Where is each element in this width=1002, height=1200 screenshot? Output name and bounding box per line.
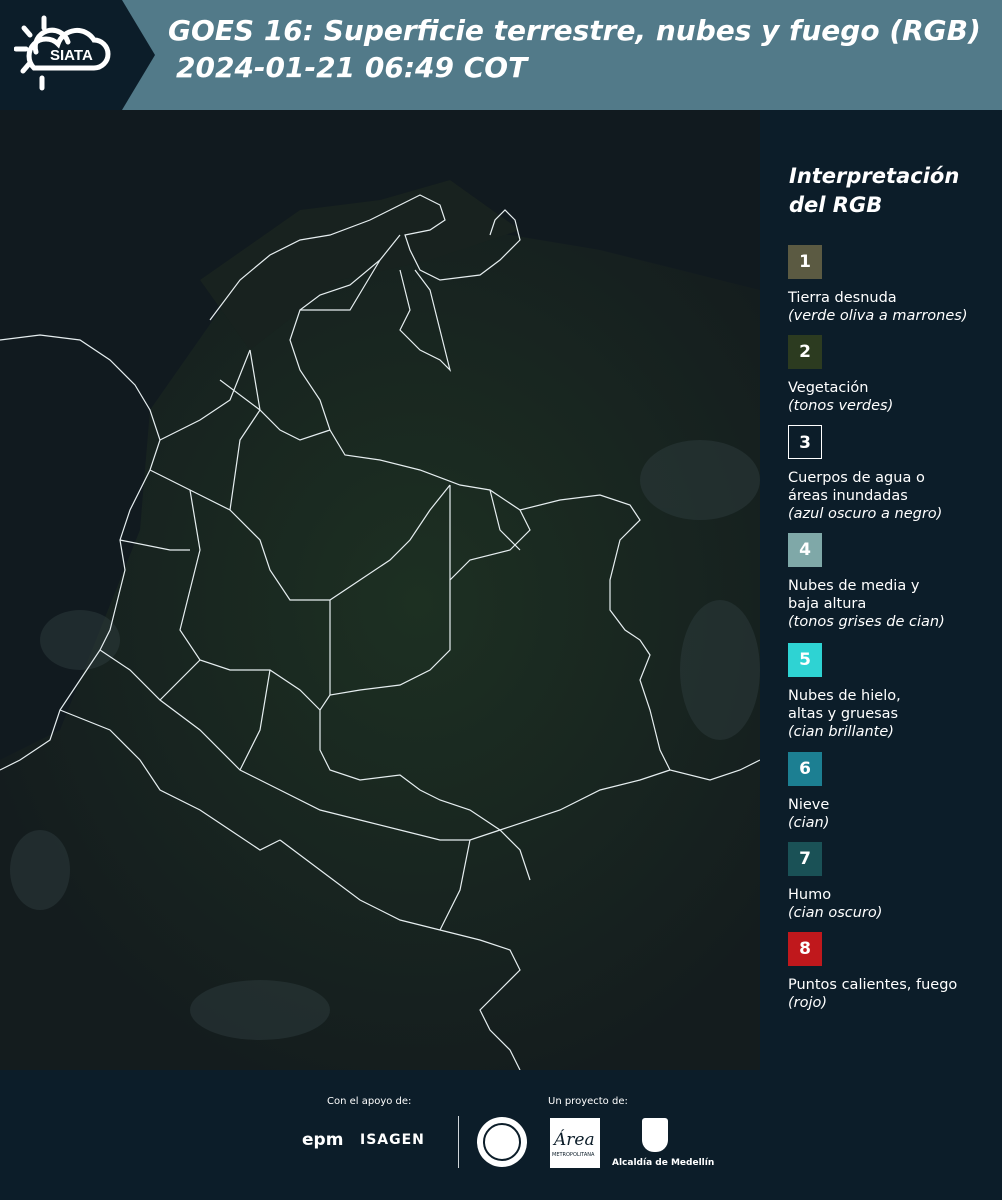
footer-divider xyxy=(458,1116,459,1168)
legend-title-line-2: del RGB xyxy=(789,193,883,217)
page-title: GOES 16: Superficie terrestre, nubes y f… xyxy=(168,12,998,86)
legend-swatch-4: 4 xyxy=(788,533,822,567)
isagen-logo: ISAGEN xyxy=(360,1132,425,1148)
footer: Con el apoyo de: Un proyecto de: epm ISA… xyxy=(0,1070,1002,1200)
legend-desc-3: (azul oscuro a negro) xyxy=(788,506,943,522)
map-image xyxy=(0,110,760,1070)
alcaldia-shield-icon xyxy=(642,1118,668,1152)
legend-desc-5: (cian brillante) xyxy=(788,724,894,740)
legend-label-6: Nieve xyxy=(788,797,830,813)
legend-label-2: Vegetación xyxy=(788,380,869,396)
legend-desc-7: (cian oscuro) xyxy=(788,905,883,921)
area-logo-subtext: METROPOLITANA xyxy=(552,1152,595,1158)
project-label: Un proyecto de: xyxy=(548,1096,628,1107)
legend-desc-2: (tonos verdes) xyxy=(788,398,894,414)
legend-label-5: Nubes de hielo, altas y gruesas xyxy=(788,688,901,722)
university-seal-icon xyxy=(477,1117,527,1167)
legend-item-4: 4 Nubes de media y baja altura (tonos gr… xyxy=(788,533,998,631)
legend-desc-8: (rojo) xyxy=(788,995,828,1011)
legend-label-4: Nubes de media y baja altura xyxy=(788,578,920,612)
siata-logo: SIATA xyxy=(0,0,155,110)
legend-label-7: Humo xyxy=(788,887,832,903)
header-bar: SIATA GOES 16: Superficie terrestre, nub… xyxy=(0,0,1002,110)
legend-label-1: Tierra desnuda xyxy=(788,290,897,306)
sun-cloud-icon: SIATA xyxy=(14,15,111,91)
legend-label-3: Cuerpos de agua o áreas inundadas xyxy=(788,470,925,504)
area-logo-text: Área xyxy=(554,1130,595,1150)
satellite-map xyxy=(0,110,760,1070)
title-line-2: 2024-01-21 06:49 COT xyxy=(176,51,528,84)
legend-swatch-3: 3 xyxy=(788,425,822,459)
legend-item-8: 8 Puntos calientes, fuego (rojo) xyxy=(788,932,998,1012)
legend-item-5: 5 Nubes de hielo, altas y gruesas (cian … xyxy=(788,643,998,741)
legend-desc-4: (tonos grises de cian) xyxy=(788,614,945,630)
legend-swatch-6: 6 xyxy=(788,752,822,786)
legend-item-2: 2 Vegetación (tonos verdes) xyxy=(788,335,998,415)
legend-swatch-7: 7 xyxy=(788,842,822,876)
area-metropolitana-logo: Área METROPOLITANA xyxy=(550,1118,600,1168)
legend-item-3: 3 Cuerpos de agua o áreas inundadas (azu… xyxy=(788,425,998,523)
legend-swatch-5: 5 xyxy=(788,643,822,677)
legend-item-6: 6 Nieve (cian) xyxy=(788,752,998,832)
epm-logo: epm xyxy=(302,1130,344,1150)
legend-desc-1: (verde oliva a marrones) xyxy=(788,308,968,324)
legend-swatch-1: 1 xyxy=(788,245,822,279)
title-line-1: GOES 16: Superficie terrestre, nubes y f… xyxy=(168,14,981,47)
legend-label-8: Puntos calientes, fuego xyxy=(788,977,958,993)
alcaldia-label: Alcaldía de Medellín xyxy=(612,1158,715,1168)
legend-item-1: 1 Tierra desnuda (verde oliva a marrones… xyxy=(788,245,998,325)
legend-desc-6: (cian) xyxy=(788,815,830,831)
legend-title: Interpretación del RGB xyxy=(789,162,994,220)
support-label: Con el apoyo de: xyxy=(327,1096,412,1107)
legend-swatch-2: 2 xyxy=(788,335,822,369)
legend-swatch-8: 8 xyxy=(788,932,822,966)
legend-title-line-1: Interpretación xyxy=(789,164,960,188)
brand-text: SIATA xyxy=(50,47,93,64)
legend-panel: Interpretación del RGB 1 Tierra desnuda … xyxy=(761,110,1002,1070)
legend-item-7: 7 Humo (cian oscuro) xyxy=(788,842,998,922)
